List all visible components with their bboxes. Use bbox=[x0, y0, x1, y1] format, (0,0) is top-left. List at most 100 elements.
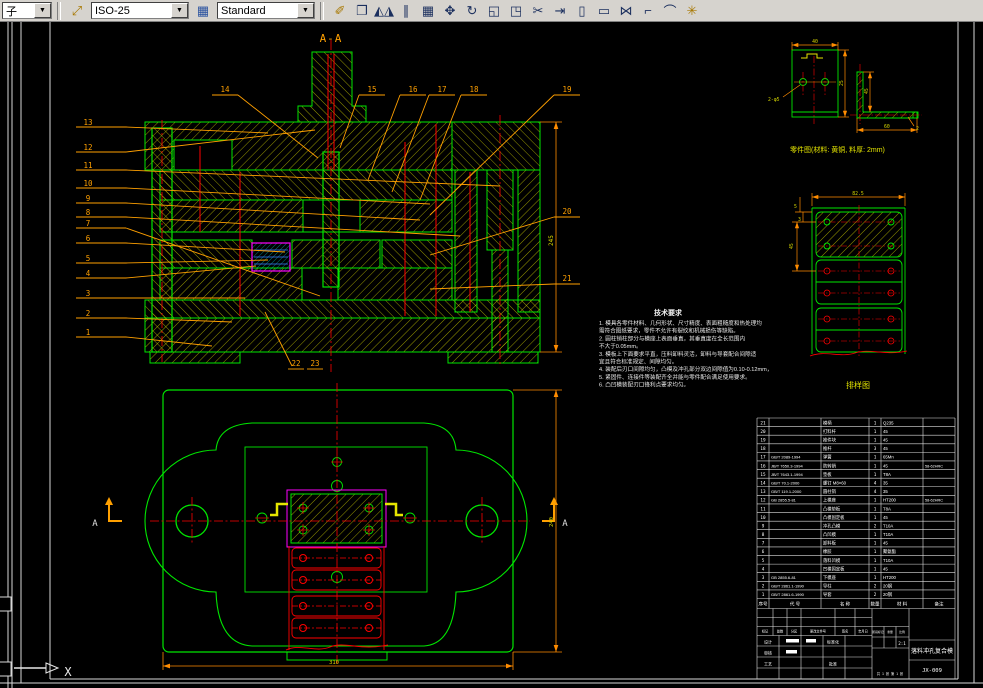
break-at-point-icon[interactable]: ▯ bbox=[571, 1, 593, 20]
strip-layout-view: 82.5 5 3 45 排样图 bbox=[789, 191, 907, 390]
bom-cell-name: 卸料板 bbox=[823, 540, 837, 547]
scale-icon[interactable]: ◱ bbox=[483, 1, 505, 20]
bom-cell-qty: 3 bbox=[874, 446, 877, 452]
chevron-down-icon[interactable]: ▼ bbox=[34, 3, 51, 18]
bom-cell-material: T10A bbox=[883, 523, 893, 528]
tech-note-line: 2. 圆柱销柱部分与模座上表面垂直，其垂直度在全长范围内 bbox=[599, 334, 745, 342]
bom-cell-qty: 1 bbox=[874, 472, 877, 478]
part-view-caption: 零件图(材料: 黄铜, 料厚: 2mm) bbox=[790, 145, 885, 154]
break-icon[interactable]: ▭ bbox=[593, 1, 615, 20]
scale-value: 2:1 bbox=[898, 641, 906, 646]
bom-cell-material: HT200 bbox=[883, 498, 897, 503]
bom-cell-code: GB 2855.5-81 bbox=[771, 498, 797, 503]
revision-label: 分区 bbox=[791, 629, 798, 634]
sign-label: 标准化 bbox=[827, 639, 839, 645]
bom-cell-material: 20钢 bbox=[883, 591, 892, 598]
tech-note-line: 6. 凸凹模装配刃口锋利点要求均匀。 bbox=[599, 381, 689, 389]
bom-cell-qty: 1 bbox=[874, 558, 877, 564]
revision-label: 更改文件号 bbox=[810, 629, 826, 634]
dim-text: 25 bbox=[839, 80, 845, 86]
rotate-icon[interactable]: ↻ bbox=[461, 1, 483, 20]
bom-cell-qty: 2 bbox=[874, 523, 877, 529]
offset-icon[interactable]: ∥ bbox=[395, 1, 417, 20]
erase-icon[interactable]: ✐ bbox=[329, 1, 351, 20]
dim-style-icon[interactable]: ⤢ bbox=[66, 1, 88, 20]
bom-cell-code: GB/T 2861.6-1990 bbox=[771, 592, 805, 597]
dim-text: 45 bbox=[864, 88, 870, 94]
bom-cell-no: 10 bbox=[760, 515, 766, 521]
extend-icon[interactable]: ⇥ bbox=[549, 1, 571, 20]
bom-cell-material: 20钢 bbox=[883, 583, 892, 590]
chevron-down-icon[interactable]: ▼ bbox=[297, 3, 314, 18]
sheet-count: 共 1 张 第 1 张 bbox=[877, 671, 904, 676]
bom-cell-qty: 2 bbox=[874, 592, 877, 598]
bom-cell-material: 35 bbox=[883, 489, 888, 494]
section-mark-label: A bbox=[92, 519, 98, 529]
bom-cell-code: GB 2855.6-81 bbox=[771, 575, 797, 580]
ucs-icon: X bbox=[14, 663, 72, 679]
move-icon[interactable]: ✥ bbox=[439, 1, 461, 20]
plan-view: A A 310 240 bbox=[92, 383, 568, 670]
balloon: 22 bbox=[291, 359, 300, 368]
balloon: 12 bbox=[83, 143, 92, 152]
revision-label: 签名 bbox=[842, 629, 848, 634]
table-style-icon[interactable]: ▦ bbox=[192, 1, 214, 20]
bom-cell-material: 45 bbox=[883, 463, 888, 468]
bom-header-cell: 材 料 bbox=[897, 601, 908, 608]
dim-text: 45 bbox=[789, 243, 795, 249]
ucs-x-label: X bbox=[64, 665, 72, 679]
balloon: 9 bbox=[86, 194, 91, 203]
dim-text: 2-φ5 bbox=[768, 97, 780, 103]
sign-label: 审核 bbox=[764, 650, 772, 656]
bom-cell-name: 圆柱销 bbox=[823, 488, 837, 495]
text-style-combo[interactable]: Standard ▼ bbox=[217, 2, 315, 19]
top-toolbar: 子 ▼ ⤢ ISO-25 ▼ ▦ Standard ▼ ✐❐◭◮∥▦✥↻◱◳✂⇥… bbox=[0, 0, 983, 22]
dim-style-value: ISO-25 bbox=[95, 5, 130, 17]
bom-cell-qty: 1 bbox=[874, 575, 877, 581]
bom-cell-qty: 1 bbox=[874, 455, 877, 461]
bom-cell-name: 橡胶 bbox=[823, 548, 832, 555]
bom-cell-name: 弹簧 bbox=[823, 454, 832, 461]
bom-cell-no: 19 bbox=[760, 437, 766, 443]
bom-cell-qty: 1 bbox=[874, 429, 877, 435]
bom-cell-no: 21 bbox=[760, 420, 766, 426]
balloon: 15 bbox=[367, 85, 376, 94]
stretch-icon[interactable]: ◳ bbox=[505, 1, 527, 20]
balloon: 18 bbox=[469, 85, 479, 94]
bom-cell-no: 3 bbox=[762, 575, 765, 581]
balloon: 1 bbox=[86, 328, 91, 337]
stage-label: 比例 bbox=[899, 630, 905, 634]
bom-cell-name: 推杆 bbox=[823, 445, 832, 452]
copy-icon[interactable]: ❐ bbox=[351, 1, 373, 20]
dim-style-combo[interactable]: ISO-25 ▼ bbox=[91, 2, 189, 19]
bom-cell-material: 65Mn bbox=[883, 455, 894, 460]
bom-cell-code: GB/T 2089-1994 bbox=[771, 455, 801, 460]
balloon: 21 bbox=[562, 274, 571, 283]
bom-cell-qty: 1 bbox=[874, 515, 877, 521]
balloon: 2 bbox=[86, 309, 91, 318]
array-icon[interactable]: ▦ bbox=[417, 1, 439, 20]
sign-label: 批准 bbox=[829, 661, 837, 667]
mirror-icon[interactable]: ◭◮ bbox=[373, 1, 395, 20]
join-icon[interactable]: ⋈ bbox=[615, 1, 637, 20]
balloon: 17 bbox=[437, 85, 446, 94]
bom-cell-no: 7 bbox=[762, 541, 765, 547]
fillet-icon[interactable]: ⌒ bbox=[659, 1, 681, 20]
balloon: 23 bbox=[310, 359, 319, 368]
balloon: 20 bbox=[562, 207, 572, 216]
chevron-down-icon[interactable]: ▼ bbox=[171, 3, 188, 18]
text-font-combo[interactable]: 子 ▼ bbox=[2, 2, 52, 19]
bom-cell-no: 8 bbox=[762, 532, 765, 538]
bom-cell-no: 2 bbox=[762, 584, 765, 590]
bom-cell-code: GB/T 119.1-2000 bbox=[771, 489, 802, 494]
balloon: 14 bbox=[220, 85, 230, 94]
chamfer-icon[interactable]: ⌐ bbox=[637, 1, 659, 20]
strip-view-caption: 排样图 bbox=[846, 380, 870, 390]
section-height-dim: 245 bbox=[540, 122, 562, 352]
drawing-canvas[interactable]: 245 A-A 13 12 11 10 9 8 7 6 5 bbox=[0, 0, 983, 688]
trim-icon[interactable]: ✂ bbox=[527, 1, 549, 20]
explode-icon[interactable]: ✳ bbox=[681, 1, 703, 20]
bom-cell-material: T10A bbox=[883, 532, 893, 537]
dim-text: 40 bbox=[812, 39, 818, 45]
text-style-value: Standard bbox=[221, 5, 266, 17]
